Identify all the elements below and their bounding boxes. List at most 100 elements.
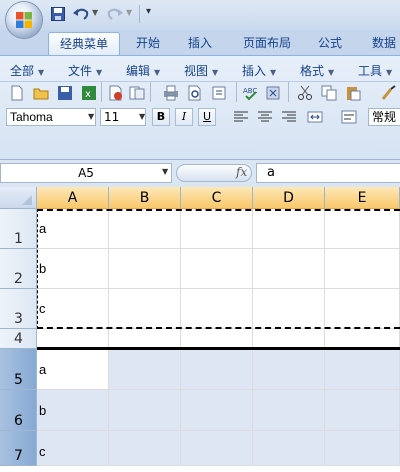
row-header-6[interactable]: 6 <box>0 390 37 431</box>
cell-d3[interactable] <box>253 289 325 329</box>
cell-e7[interactable] <box>325 431 400 466</box>
cell-e2[interactable] <box>325 249 400 289</box>
row-header-5[interactable]: 5 <box>0 349 37 390</box>
cell-e3[interactable] <box>325 289 400 329</box>
cell-b3[interactable] <box>109 289 181 329</box>
cell-c6[interactable] <box>181 390 253 431</box>
chevron-down-icon[interactable]: ▼ <box>88 112 94 121</box>
menu-all-label: 全部 <box>10 64 35 78</box>
tab-formulas[interactable]: 公式 <box>308 32 352 55</box>
cell-e1[interactable] <box>325 209 400 249</box>
cell-d6[interactable] <box>253 390 325 431</box>
formula-input[interactable]: a <box>256 163 400 183</box>
page-setup-button[interactable] <box>210 84 228 102</box>
chevron-down-icon[interactable]: ▼ <box>139 112 145 121</box>
align-left-button[interactable] <box>232 108 250 126</box>
row-header-4[interactable]: 4 <box>0 329 37 349</box>
cell-d2[interactable] <box>253 249 325 289</box>
cell-d5[interactable] <box>253 349 325 390</box>
cell-e6[interactable] <box>325 390 400 431</box>
redo-icon[interactable] <box>106 6 124 22</box>
permission-button[interactable] <box>106 84 124 102</box>
column-header-c[interactable]: C <box>181 187 253 209</box>
tab-classic-menu[interactable]: 经典菜单 <box>48 32 120 56</box>
number-format-field[interactable]: 常规 <box>368 108 400 126</box>
save-icon[interactable] <box>51 7 65 21</box>
customize-toolbar-button[interactable]: ▾ <box>146 6 151 17</box>
paste-button[interactable] <box>344 84 362 102</box>
office-button[interactable] <box>6 2 42 38</box>
spelling-button[interactable]: ABC <box>242 84 260 102</box>
underline-button[interactable]: U <box>198 108 216 126</box>
print-button[interactable] <box>162 84 180 102</box>
column-header-b[interactable]: B <box>109 187 181 209</box>
column-header-d[interactable]: D <box>253 187 325 209</box>
cell-e5[interactable] <box>325 349 400 390</box>
menu-edit[interactable]: 编辑 ▼ <box>126 62 160 79</box>
column-header-a[interactable]: A <box>37 187 109 209</box>
font-name-field[interactable]: Tahoma <box>6 108 96 126</box>
italic-button[interactable]: I <box>175 108 193 126</box>
row-header-1[interactable]: 1 <box>0 209 37 249</box>
cell-c1[interactable] <box>181 209 253 249</box>
thesaurus-button[interactable] <box>264 84 282 102</box>
wrap-text-button[interactable] <box>340 108 358 126</box>
cell-c3[interactable] <box>181 289 253 329</box>
tab-home[interactable]: 开始 <box>126 32 170 55</box>
open-button[interactable] <box>32 84 50 102</box>
cell-d4[interactable] <box>253 329 325 349</box>
cell-b5[interactable] <box>109 349 181 390</box>
menu-all[interactable]: 全部 ▼ <box>10 62 44 79</box>
tab-data[interactable]: 数据 <box>362 32 400 55</box>
insert-function-icon[interactable]: fx <box>236 165 247 179</box>
merge-center-button[interactable] <box>306 108 324 126</box>
undo-dropdown-icon[interactable]: ▼ <box>92 8 98 17</box>
cell-c2[interactable] <box>181 249 253 289</box>
bold-button[interactable]: B <box>152 108 170 126</box>
cell-b4[interactable] <box>109 329 181 349</box>
print-preview-button[interactable] <box>186 84 204 102</box>
chevron-down-icon[interactable]: ▼ <box>162 167 168 176</box>
menu-view[interactable]: 视图 ▼ <box>184 62 218 79</box>
cell-a5[interactable]: a <box>37 349 109 390</box>
cell-c5[interactable] <box>181 349 253 390</box>
row-header-2[interactable]: 2 <box>0 249 37 289</box>
tab-insert[interactable]: 插入 <box>178 32 222 55</box>
cell-a4[interactable] <box>37 329 109 349</box>
tab-page-layout[interactable]: 页面布局 <box>232 32 302 55</box>
row-header-7[interactable]: 7 <box>0 431 37 466</box>
cell-b1[interactable] <box>109 209 181 249</box>
menu-format[interactable]: 格式 ▼ <box>300 62 334 79</box>
cell-a7[interactable]: c <box>37 431 109 466</box>
format-painter-button[interactable] <box>380 84 398 102</box>
cell-b6[interactable] <box>109 390 181 431</box>
new-button[interactable] <box>8 84 26 102</box>
column-header-e[interactable]: E <box>325 187 400 209</box>
cell-b7[interactable] <box>109 431 181 466</box>
cell-b2[interactable] <box>109 249 181 289</box>
cell-d7[interactable] <box>253 431 325 466</box>
row-header-3[interactable]: 3 <box>0 289 37 329</box>
cut-button[interactable] <box>296 84 314 102</box>
research-button[interactable] <box>128 84 146 102</box>
name-box[interactable]: A5 <box>0 163 172 183</box>
excel-save-button[interactable]: x <box>80 84 98 102</box>
cell-d1[interactable] <box>253 209 325 249</box>
copy-button[interactable] <box>320 84 338 102</box>
chevron-down-icon: ▼ <box>154 68 161 77</box>
cell-c4[interactable] <box>181 329 253 349</box>
undo-icon[interactable] <box>72 6 90 22</box>
cell-a1[interactable]: a <box>37 209 109 249</box>
align-right-button[interactable] <box>280 108 298 126</box>
cell-a6[interactable]: b <box>37 390 109 431</box>
menu-file[interactable]: 文件 ▼ <box>68 62 102 79</box>
save-toolbar-button[interactable] <box>56 84 74 102</box>
align-center-button[interactable] <box>256 108 274 126</box>
redo-dropdown-icon[interactable]: ▼ <box>126 8 132 17</box>
cell-e4[interactable] <box>325 329 400 349</box>
cell-c7[interactable] <box>181 431 253 466</box>
menu-insert[interactable]: 插入 ▼ <box>242 62 276 79</box>
menu-tools[interactable]: 工具 ▼ <box>358 62 392 79</box>
cell-a2[interactable]: b <box>37 249 109 289</box>
cell-a3[interactable]: c <box>37 289 109 329</box>
